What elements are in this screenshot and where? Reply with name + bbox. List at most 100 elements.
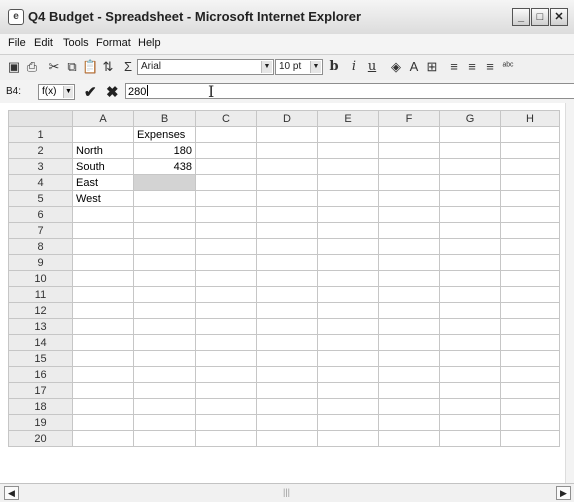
font-name-select[interactable]: Arial ▼ xyxy=(137,59,274,75)
cell-e19[interactable] xyxy=(317,414,379,431)
row-header[interactable]: 7 xyxy=(8,222,73,239)
cell-d2[interactable] xyxy=(256,142,318,159)
cell-f3[interactable] xyxy=(378,158,440,175)
cell-c19[interactable] xyxy=(195,414,257,431)
cell-f15[interactable] xyxy=(378,350,440,367)
column-header-f[interactable]: F xyxy=(378,110,440,127)
cell-d15[interactable] xyxy=(256,350,318,367)
scroll-left-button[interactable]: ◀ xyxy=(4,486,19,500)
cell-g9[interactable] xyxy=(439,254,501,271)
cell-c9[interactable] xyxy=(195,254,257,271)
cell-g11[interactable] xyxy=(439,286,501,303)
cell-e5[interactable] xyxy=(317,190,379,207)
cell-e1[interactable] xyxy=(317,126,379,143)
cell-b16[interactable] xyxy=(133,366,196,383)
row-header[interactable]: 5 xyxy=(8,190,73,207)
cell-b3[interactable]: 438 xyxy=(133,158,196,175)
cell-e18[interactable] xyxy=(317,398,379,415)
cell-g18[interactable] xyxy=(439,398,501,415)
cell-e4[interactable] xyxy=(317,174,379,191)
cell-d16[interactable] xyxy=(256,366,318,383)
row-header[interactable]: 14 xyxy=(8,334,73,351)
function-select[interactable]: f(x) ▼ xyxy=(38,84,75,100)
cell-d14[interactable] xyxy=(256,334,318,351)
cell-d18[interactable] xyxy=(256,398,318,415)
cell-g6[interactable] xyxy=(439,206,501,223)
cell-d17[interactable] xyxy=(256,382,318,399)
cell-e17[interactable] xyxy=(317,382,379,399)
cell-h10[interactable] xyxy=(500,270,560,287)
cell-e15[interactable] xyxy=(317,350,379,367)
align-left-icon[interactable]: ≡ xyxy=(446,59,462,75)
cell-c1[interactable] xyxy=(195,126,257,143)
cell-e6[interactable] xyxy=(317,206,379,223)
cell-a1[interactable] xyxy=(72,126,134,143)
cell-g12[interactable] xyxy=(439,302,501,319)
cell-d6[interactable] xyxy=(256,206,318,223)
cell-e13[interactable] xyxy=(317,318,379,335)
cell-h1[interactable] xyxy=(500,126,560,143)
cell-c15[interactable] xyxy=(195,350,257,367)
cell-g16[interactable] xyxy=(439,366,501,383)
cell-d9[interactable] xyxy=(256,254,318,271)
cell-g3[interactable] xyxy=(439,158,501,175)
cell-e14[interactable] xyxy=(317,334,379,351)
row-header[interactable]: 19 xyxy=(8,414,73,431)
cell-h20[interactable] xyxy=(500,430,560,447)
cell-f7[interactable] xyxy=(378,222,440,239)
cell-f5[interactable] xyxy=(378,190,440,207)
cell-d13[interactable] xyxy=(256,318,318,335)
cell-g2[interactable] xyxy=(439,142,501,159)
sum-icon[interactable]: Σ xyxy=(120,59,136,75)
cell-d1[interactable] xyxy=(256,126,318,143)
cell-b4[interactable] xyxy=(133,174,196,191)
cell-e2[interactable] xyxy=(317,142,379,159)
cell-a10[interactable] xyxy=(72,270,134,287)
cell-b15[interactable] xyxy=(133,350,196,367)
cell-g4[interactable] xyxy=(439,174,501,191)
cell-a9[interactable] xyxy=(72,254,134,271)
cell-b17[interactable] xyxy=(133,382,196,399)
cell-c12[interactable] xyxy=(195,302,257,319)
column-header-b[interactable]: B xyxy=(133,110,196,127)
row-header[interactable]: 8 xyxy=(8,238,73,255)
cell-g20[interactable] xyxy=(439,430,501,447)
cell-e20[interactable] xyxy=(317,430,379,447)
row-header[interactable]: 3 xyxy=(8,158,73,175)
cell-f19[interactable] xyxy=(378,414,440,431)
cell-a5[interactable]: West xyxy=(72,190,134,207)
row-header[interactable]: 18 xyxy=(8,398,73,415)
row-header[interactable]: 9 xyxy=(8,254,73,271)
column-header-c[interactable]: C xyxy=(195,110,257,127)
cell-g15[interactable] xyxy=(439,350,501,367)
font-color-icon[interactable]: A xyxy=(406,59,422,75)
row-header[interactable]: 10 xyxy=(8,270,73,287)
column-header-h[interactable]: H xyxy=(500,110,560,127)
cell-f18[interactable] xyxy=(378,398,440,415)
cell-e16[interactable] xyxy=(317,366,379,383)
fill-color-icon[interactable]: ◈ xyxy=(388,59,404,75)
cell-h6[interactable] xyxy=(500,206,560,223)
cell-d10[interactable] xyxy=(256,270,318,287)
cell-c2[interactable] xyxy=(195,142,257,159)
cell-a15[interactable] xyxy=(72,350,134,367)
cell-e7[interactable] xyxy=(317,222,379,239)
cell-d20[interactable] xyxy=(256,430,318,447)
cell-e8[interactable] xyxy=(317,238,379,255)
cell-g1[interactable] xyxy=(439,126,501,143)
cell-b14[interactable] xyxy=(133,334,196,351)
cell-e3[interactable] xyxy=(317,158,379,175)
cell-f17[interactable] xyxy=(378,382,440,399)
row-header[interactable]: 13 xyxy=(8,318,73,335)
column-header-d[interactable]: D xyxy=(256,110,318,127)
row-header[interactable]: 1 xyxy=(8,126,73,143)
cell-b12[interactable] xyxy=(133,302,196,319)
cell-g13[interactable] xyxy=(439,318,501,335)
cell-h7[interactable] xyxy=(500,222,560,239)
cell-a11[interactable] xyxy=(72,286,134,303)
cell-h16[interactable] xyxy=(500,366,560,383)
cell-b7[interactable] xyxy=(133,222,196,239)
cell-a6[interactable] xyxy=(72,206,134,223)
align-right-icon[interactable]: ≡ xyxy=(482,59,498,75)
cell-h15[interactable] xyxy=(500,350,560,367)
